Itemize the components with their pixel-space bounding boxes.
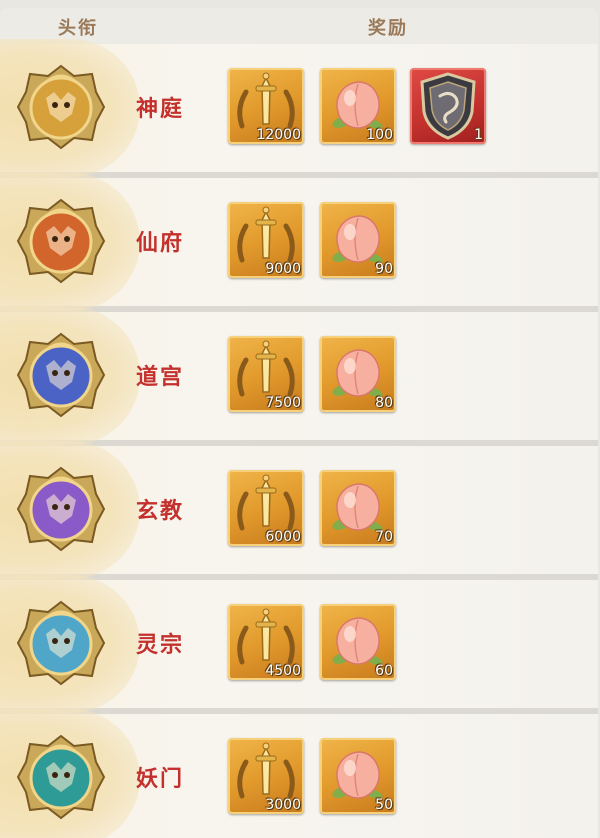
reward-quantity: 9000 bbox=[265, 261, 301, 277]
column-header-title: 头衔 bbox=[58, 18, 98, 39]
reward-item[interactable]: 3000 bbox=[228, 738, 304, 814]
rank-title: 灵宗 bbox=[136, 632, 185, 658]
reward-quantity: 100 bbox=[366, 127, 393, 143]
reward-item[interactable]: 80 bbox=[320, 336, 396, 412]
cyan-lion-emblem-icon bbox=[16, 598, 106, 688]
table-row: 神庭 12000 100 1 bbox=[0, 39, 598, 178]
reward-quantity: 3000 bbox=[265, 797, 301, 813]
reward-item[interactable]: 90 bbox=[320, 202, 396, 278]
reward-item[interactable]: 60 bbox=[320, 604, 396, 680]
table-row: 仙府 9000 90 bbox=[0, 173, 598, 312]
teal-serpent-emblem-icon bbox=[16, 732, 106, 822]
rank-title: 妖门 bbox=[136, 766, 185, 792]
table-row: 道宫 7500 80 bbox=[0, 307, 598, 446]
reward-quantity: 7500 bbox=[265, 395, 301, 411]
reward-item[interactable]: 100 bbox=[320, 68, 396, 144]
purple-ox-emblem-icon bbox=[16, 464, 106, 554]
reward-quantity: 80 bbox=[375, 395, 393, 411]
reward-item[interactable]: 9000 bbox=[228, 202, 304, 278]
blue-beast-emblem-icon bbox=[16, 330, 106, 420]
reward-item[interactable]: 6000 bbox=[228, 470, 304, 546]
reward-item[interactable]: 4500 bbox=[228, 604, 304, 680]
column-header-reward: 奖励 bbox=[368, 18, 408, 39]
reward-quantity: 4500 bbox=[265, 663, 301, 679]
orange-phoenix-emblem-icon bbox=[16, 196, 106, 286]
reward-item[interactable]: 1 bbox=[410, 68, 486, 144]
rank-title: 道宫 bbox=[136, 364, 185, 390]
reward-item[interactable]: 7500 bbox=[228, 336, 304, 412]
rank-title: 仙府 bbox=[136, 230, 185, 256]
reward-quantity: 70 bbox=[375, 529, 393, 545]
table-row: 玄教 6000 70 bbox=[0, 441, 598, 580]
reward-item[interactable]: 70 bbox=[320, 470, 396, 546]
table-row: 妖门 3000 50 bbox=[0, 709, 598, 838]
reward-quantity: 12000 bbox=[256, 127, 301, 143]
reward-item[interactable]: 12000 bbox=[228, 68, 304, 144]
gold-dragon-emblem-icon bbox=[16, 62, 106, 152]
rank-rewards-panel: 头衔 奖励 神庭 12000 100 1 仙府 9000 90 道宫 7500 80 玄教 6000 7… bbox=[0, 8, 598, 838]
reward-item[interactable]: 50 bbox=[320, 738, 396, 814]
reward-quantity: 90 bbox=[375, 261, 393, 277]
rank-title: 神庭 bbox=[136, 96, 185, 122]
reward-quantity: 60 bbox=[375, 663, 393, 679]
reward-quantity: 6000 bbox=[265, 529, 301, 545]
rank-title: 玄教 bbox=[136, 498, 185, 524]
reward-quantity: 50 bbox=[375, 797, 393, 813]
reward-quantity: 1 bbox=[474, 127, 483, 143]
table-header: 头衔 奖励 bbox=[0, 8, 598, 44]
table-row: 灵宗 4500 60 bbox=[0, 575, 598, 714]
